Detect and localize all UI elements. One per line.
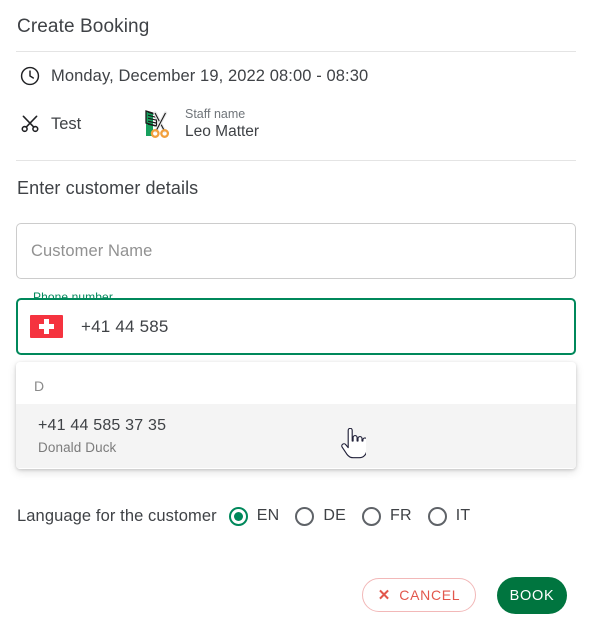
swiss-flag-icon[interactable] (30, 315, 63, 338)
create-booking-dialog: Create Booking Monday, December 19, 2022… (0, 0, 592, 633)
option-customer-name: Donald Duck (38, 439, 117, 455)
language-selector: Language for the customer EN DE FR IT (17, 503, 486, 529)
radio-circle-de[interactable] (295, 506, 315, 526)
radio-option-it[interactable]: IT (427, 506, 471, 526)
staff-block: Staff name Leo Matter (133, 103, 259, 145)
list-item[interactable]: +41 44 585 37 35 Donald Duck (16, 404, 576, 468)
divider-top (16, 51, 576, 52)
radio-option-en[interactable]: EN (228, 506, 280, 526)
staff-name-label: Staff name (185, 106, 246, 121)
booking-service-name: Test (51, 114, 82, 133)
radio-option-de[interactable]: DE (295, 506, 346, 526)
radio-label-fr: FR (390, 507, 412, 524)
scissors-icon (17, 111, 43, 137)
barber-scissors-comb-avatar-icon (133, 103, 177, 145)
booking-datetime-row: Monday, December 19, 2022 08:00 - 08:30 (17, 63, 368, 89)
radio-label-de: DE (323, 507, 346, 524)
radio-option-fr[interactable]: FR (362, 506, 412, 526)
radio-circle-it[interactable] (427, 506, 447, 526)
phone-number-value: +41 44 585 (81, 316, 169, 336)
cancel-button[interactable]: ✕ CANCEL (362, 578, 476, 612)
book-button-label: BOOK (509, 587, 555, 604)
option-phone-number: +41 44 585 37 35 (38, 417, 167, 434)
staff-texts: Staff name Leo Matter (185, 107, 259, 142)
booking-datetime-text: Monday, December 19, 2022 08:00 - 08:30 (51, 66, 369, 85)
page-title: Create Booking (17, 16, 150, 37)
radio-label-it: IT (455, 507, 471, 524)
booking-service-row: Test Staff name Leo Matter (17, 103, 259, 145)
radio-label-en: EN (256, 507, 280, 524)
customer-details-heading: Enter customer details (17, 178, 199, 198)
customer-name-input[interactable]: Customer Name (16, 223, 576, 279)
customer-name-placeholder: Customer Name (31, 241, 153, 260)
radio-circle-en[interactable] (228, 506, 248, 526)
divider-middle (16, 160, 576, 161)
phone-number-input[interactable]: +41 44 585 (16, 298, 576, 355)
book-button[interactable]: BOOK (497, 577, 567, 614)
close-x-icon: ✕ (377, 586, 391, 604)
dropdown-group-label: D (34, 378, 45, 394)
radio-circle-fr[interactable] (362, 506, 381, 526)
staff-name-value: Leo Matter (185, 123, 260, 141)
cancel-button-label: CANCEL (399, 587, 461, 603)
phone-autocomplete-dropdown: D +41 44 585 37 35 Donald Duck (16, 362, 576, 469)
clock-icon (17, 63, 43, 89)
language-label: Language for the customer (17, 506, 217, 525)
